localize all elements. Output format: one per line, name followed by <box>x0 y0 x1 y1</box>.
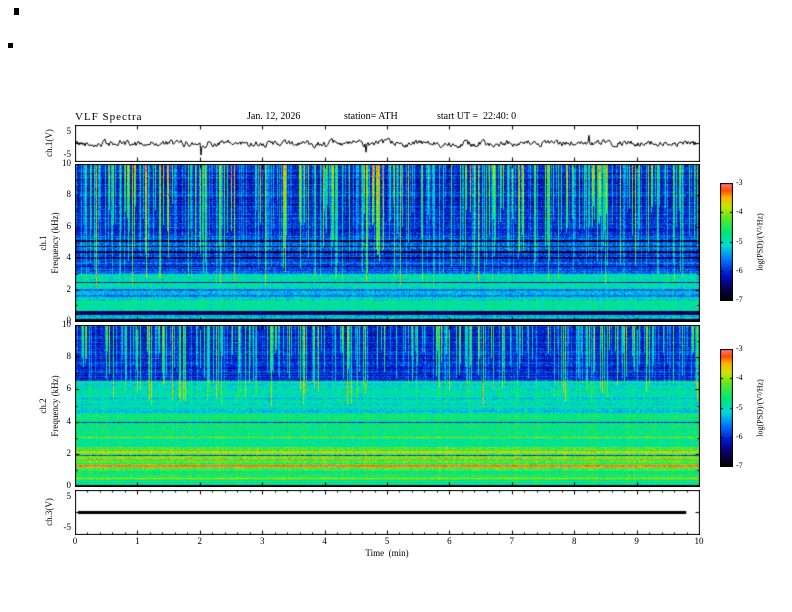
tick-label: 6 <box>66 383 72 394</box>
tick-label: 10 <box>62 158 71 168</box>
tick-label: -4 <box>736 373 743 383</box>
ch2-spectrogram-canvas <box>75 325 700 487</box>
ch2-channel-label: ch.2 <box>38 398 48 414</box>
tick-label: 2 <box>66 447 72 458</box>
tick-label: 2 <box>66 283 72 294</box>
tick-label: 8 <box>66 189 72 200</box>
ch1-channel-label: ch.1 <box>38 235 48 251</box>
screen-artifact-1 <box>14 8 19 15</box>
tick-label: 2 <box>197 536 203 546</box>
start-ut-label: start UT = 22:40: 0 <box>437 111 517 122</box>
tick-label: -4 <box>736 207 743 217</box>
vlf-spectra-figure: VLF Spectra Jan. 12, 2026 station= ATH s… <box>0 0 792 612</box>
tick-label: 4 <box>66 252 72 263</box>
tick-label: 1 <box>135 536 140 546</box>
tick-label: -7 <box>736 461 743 470</box>
tick-label: 0 <box>72 536 78 546</box>
tick-label: -3 <box>736 178 743 187</box>
tick-label: -5 <box>736 236 743 246</box>
tick-label: -5 <box>63 149 72 159</box>
tick-label: 6 <box>66 220 72 231</box>
tick-label: 0 <box>66 480 72 490</box>
tick-label: -5 <box>736 402 743 412</box>
station-label: station= ATH <box>344 111 398 122</box>
tick-label: 10 <box>62 319 71 329</box>
tick-label: 6 <box>447 536 452 546</box>
tick-label: 5 <box>66 126 72 136</box>
colorbar1-label: log(PSD)/(V²/Hz) <box>755 213 765 271</box>
tick-label: 10 <box>694 536 704 546</box>
tick-label: 8 <box>66 351 72 362</box>
ch1-spectrogram-canvas <box>75 164 700 322</box>
tick-label: -6 <box>736 431 743 441</box>
tick-label: -7 <box>736 295 743 304</box>
tick-label: 8 <box>571 536 577 546</box>
colorbar-ch1 <box>720 183 733 301</box>
ch1-waveform-canvas <box>75 125 700 162</box>
tick-label: 5 <box>384 536 390 546</box>
colorbar2-label: log(PSD)/(V²/Hz) <box>755 379 765 437</box>
tick-label: 3 <box>259 536 265 546</box>
figure-date: Jan. 12, 2026 <box>247 111 301 122</box>
figure-title: VLF Spectra <box>75 111 143 123</box>
tick-label: 9 <box>634 536 639 546</box>
tick-label: 7 <box>509 536 515 546</box>
tick-label: -5 <box>63 522 72 532</box>
ch3-waveform-canvas <box>75 490 700 535</box>
tick-label: 4 <box>66 415 72 426</box>
tick-label: 5 <box>66 491 72 501</box>
tick-label: -3 <box>736 344 743 353</box>
time-axis-label: Time (min) <box>365 548 409 558</box>
tick-label: 4 <box>322 536 327 546</box>
tick-label: -6 <box>736 265 743 275</box>
colorbar-ch2 <box>720 349 733 467</box>
screen-artifact-2 <box>8 43 13 48</box>
